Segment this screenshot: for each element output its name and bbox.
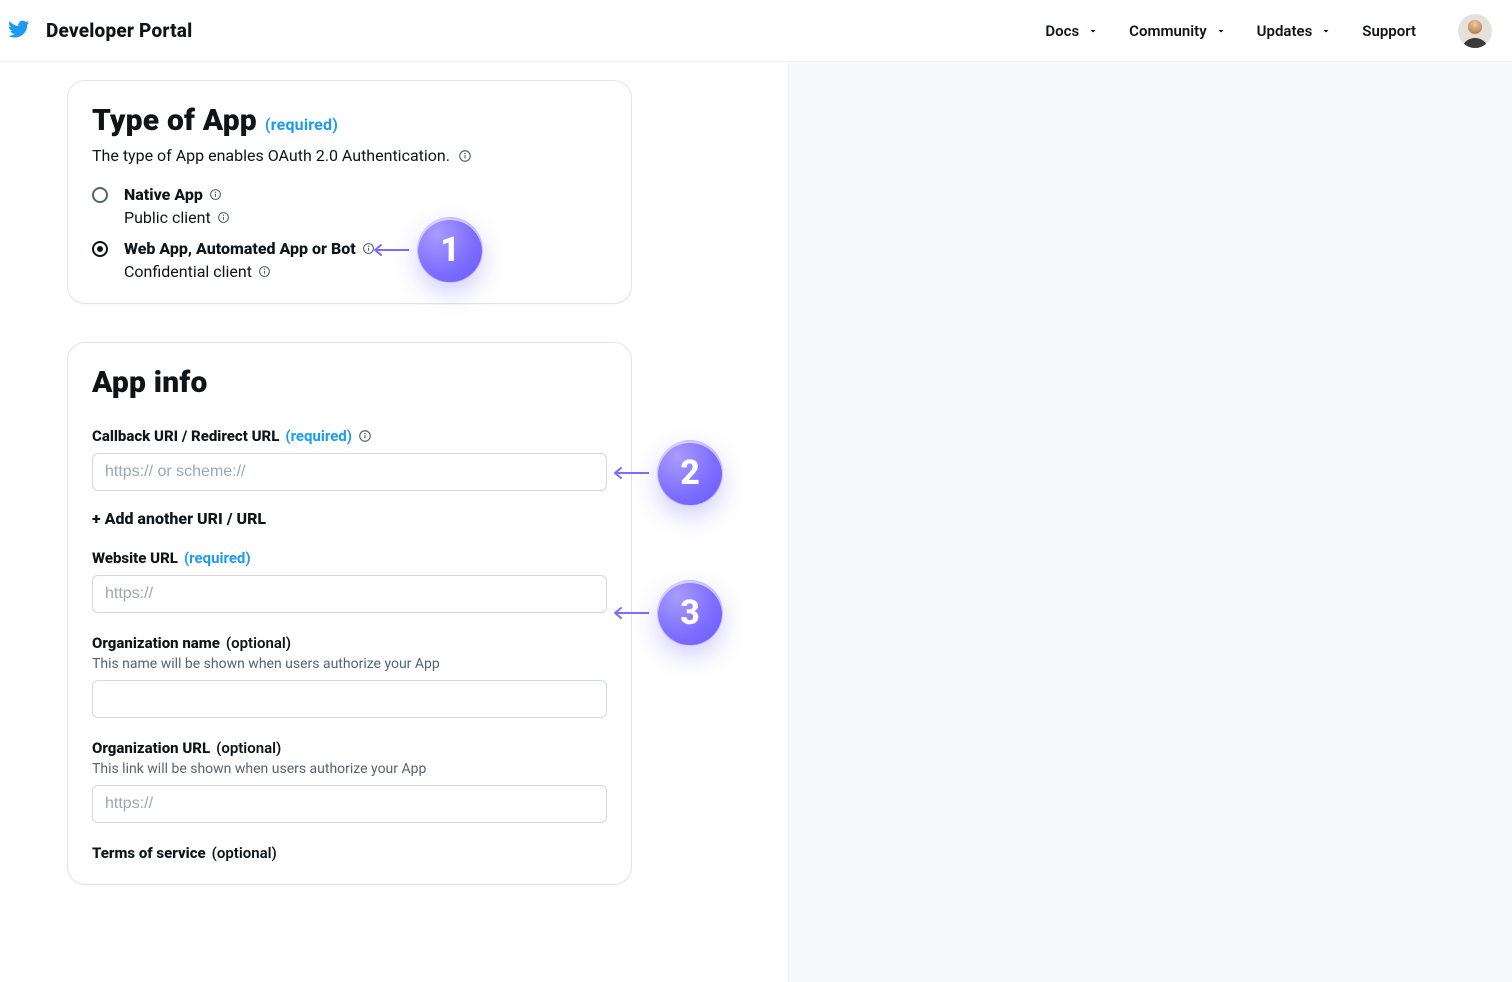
chevron-down-icon: [1215, 25, 1227, 37]
brand: Developer Portal: [8, 18, 192, 44]
radio-web-app-label: Web App, Automated App or Bot: [124, 239, 607, 258]
tos-group: Terms of service (optional): [92, 843, 607, 862]
tos-label: Terms of service (optional): [92, 844, 277, 862]
page: Type of App (required) The type of App e…: [0, 62, 1512, 982]
info-icon[interactable]: [362, 242, 375, 255]
info-icon[interactable]: [209, 188, 222, 201]
top-nav: Docs Community Updates Support: [1045, 14, 1492, 48]
section-title: Type of App (required): [92, 103, 607, 138]
nav-updates[interactable]: Updates: [1257, 22, 1333, 40]
nav-docs-label: Docs: [1045, 22, 1079, 40]
radio-native-app[interactable]: Native App Public client: [92, 185, 607, 227]
avatar[interactable]: [1458, 14, 1492, 48]
website-url-group: Website URL (required): [92, 548, 607, 613]
optional-badge: (optional): [216, 739, 281, 757]
type-of-app-subtitle: The type of App enables OAuth 2.0 Authen…: [92, 146, 450, 165]
section-subtitle: The type of App enables OAuth 2.0 Authen…: [92, 146, 472, 165]
info-icon[interactable]: [358, 429, 372, 443]
radio-native-app-sub-text: Public client: [124, 208, 211, 227]
nav-docs[interactable]: Docs: [1045, 22, 1099, 40]
twitter-icon: [8, 18, 30, 44]
app-info-title-text: App info: [92, 365, 208, 400]
app-info-title: App info: [92, 365, 607, 400]
radio-native-app-sub: Public client: [124, 208, 607, 227]
nav-support-label: Support: [1362, 22, 1416, 40]
info-icon[interactable]: [217, 211, 230, 224]
website-url-input[interactable]: [92, 575, 607, 613]
chevron-down-icon: [1320, 25, 1332, 37]
radio-web-app-sub-text: Confidential client: [124, 262, 252, 281]
chevron-down-icon: [1087, 25, 1099, 37]
callback-url-group: Callback URI / Redirect URL (required) +…: [92, 426, 607, 528]
content: Type of App (required) The type of App e…: [0, 62, 788, 982]
type-of-app-title: Type of App: [92, 103, 257, 138]
organization-url-label-text: Organization URL: [92, 739, 210, 757]
nav-community[interactable]: Community: [1129, 22, 1227, 40]
callback-url-input[interactable]: [92, 453, 607, 491]
step-badge-2: 2: [657, 440, 723, 506]
add-another-uri-button[interactable]: + Add another URI / URL: [92, 509, 607, 528]
brand-title: Developer Portal: [46, 19, 192, 42]
organization-name-input[interactable]: [92, 680, 607, 718]
optional-badge: (optional): [212, 844, 277, 862]
organization-url-input[interactable]: [92, 785, 607, 823]
organization-name-hint: This name will be shown when users autho…: [92, 656, 607, 672]
organization-url-group: Organization URL (optional) This link wi…: [92, 738, 607, 823]
radio-web-app-sub: Confidential client: [124, 262, 607, 281]
required-badge: (required): [265, 115, 338, 134]
required-badge: (required): [184, 549, 251, 567]
callback-url-label-text: Callback URI / Redirect URL: [92, 427, 279, 445]
organization-name-group: Organization name (optional) This name w…: [92, 633, 607, 718]
website-url-label: Website URL (required): [92, 549, 251, 567]
radio-web-app-text: Web App, Automated App or Bot: [124, 239, 356, 258]
app-type-radio-group: Native App Public client: [92, 185, 607, 281]
nav-updates-label: Updates: [1257, 22, 1313, 40]
callback-url-label: Callback URI / Redirect URL (required): [92, 427, 372, 445]
organization-url-hint: This link will be shown when users autho…: [92, 761, 607, 777]
right-gutter: [788, 62, 1512, 982]
organization-url-label: Organization URL (optional): [92, 739, 281, 757]
nav-support[interactable]: Support: [1362, 22, 1416, 40]
required-badge: (required): [285, 427, 352, 445]
step-badge-3: 3: [657, 580, 723, 646]
radio-indicator: [92, 187, 108, 203]
organization-name-label: Organization name (optional): [92, 634, 291, 652]
tos-label-text: Terms of service: [92, 844, 206, 862]
organization-name-label-text: Organization name: [92, 634, 220, 652]
radio-web-app[interactable]: Web App, Automated App or Bot Confidenti…: [92, 239, 607, 281]
card-app-info: App info Callback URI / Redirect URL (re…: [67, 342, 632, 885]
card-type-of-app: Type of App (required) The type of App e…: [67, 80, 632, 304]
radio-native-app-text: Native App: [124, 185, 203, 204]
info-icon[interactable]: [258, 265, 271, 278]
radio-indicator: [92, 241, 108, 257]
radio-native-app-label: Native App: [124, 185, 607, 204]
header: Developer Portal Docs Community Updates …: [0, 0, 1512, 62]
optional-badge: (optional): [226, 634, 291, 652]
website-url-label-text: Website URL: [92, 549, 178, 567]
info-icon[interactable]: [458, 149, 472, 163]
nav-community-label: Community: [1129, 22, 1207, 40]
